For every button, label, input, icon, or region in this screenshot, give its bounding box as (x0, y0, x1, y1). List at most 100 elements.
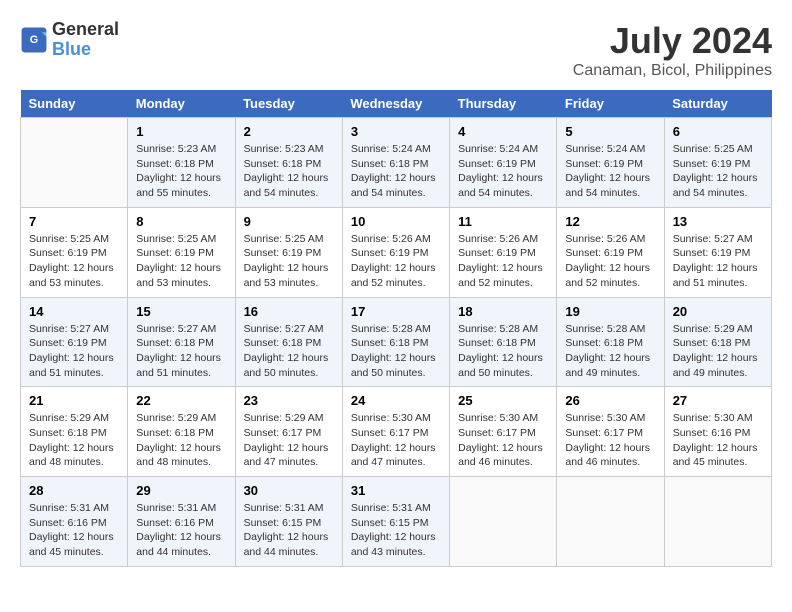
day-info: Sunrise: 5:24 AM Sunset: 6:18 PM Dayligh… (351, 142, 441, 201)
day-number: 18 (458, 304, 548, 319)
header-wednesday: Wednesday (342, 90, 449, 118)
header-thursday: Thursday (450, 90, 557, 118)
day-number: 7 (29, 214, 119, 229)
day-info: Sunrise: 5:30 AM Sunset: 6:16 PM Dayligh… (673, 411, 763, 470)
day-info: Sunrise: 5:25 AM Sunset: 6:19 PM Dayligh… (29, 232, 119, 291)
table-row: 6 Sunrise: 5:25 AM Sunset: 6:19 PM Daylig… (664, 118, 771, 208)
day-info: Sunrise: 5:29 AM Sunset: 6:18 PM Dayligh… (29, 411, 119, 470)
table-row: 2Sunrise: 5:23 AM Sunset: 6:18 PM Daylig… (235, 118, 342, 208)
day-info: Sunrise: 5:27 AM Sunset: 6:19 PM Dayligh… (29, 322, 119, 381)
calendar-week-row: 21 Sunrise: 5:29 AM Sunset: 6:18 PM Dayli… (21, 387, 772, 477)
table-row: 14Sunrise: 5:27 AM Sunset: 6:19 PM Dayli… (21, 297, 128, 387)
day-info: Sunrise: 5:26 AM Sunset: 6:19 PM Dayligh… (458, 232, 548, 291)
table-row: 19Sunrise: 5:28 AM Sunset: 6:18 PM Dayli… (557, 297, 664, 387)
header-friday: Friday (557, 90, 664, 118)
day-number: 25 (458, 393, 548, 408)
logo: G General Blue (20, 20, 119, 60)
day-number: 3 (351, 124, 441, 139)
svg-text:G: G (30, 34, 38, 46)
table-row (21, 118, 128, 208)
day-info: Sunrise: 5:30 AM Sunset: 6:17 PM Dayligh… (351, 411, 441, 470)
table-row: 18 Sunrise: 5:28 AM Sunset: 6:18 PM Dayli… (450, 297, 557, 387)
table-row (450, 477, 557, 567)
table-row: 16 Sunrise: 5:27 AM Sunset: 6:18 PM Dayli… (235, 297, 342, 387)
title-area: July 2024 Canaman, Bicol, Philippines (573, 20, 772, 80)
table-row: 24 Sunrise: 5:30 AM Sunset: 6:17 PM Dayli… (342, 387, 449, 477)
logo-icon: G (20, 26, 48, 54)
day-number: 10 (351, 214, 441, 229)
day-number: 19 (565, 304, 655, 319)
page-header: G General Blue July 2024 Canaman, Bicol,… (20, 20, 772, 80)
day-number: 21 (29, 393, 119, 408)
table-row: 11 Sunrise: 5:26 AM Sunset: 6:19 PM Dayli… (450, 207, 557, 297)
day-info: Sunrise: 5:25 AM Sunset: 6:19 PM Dayligh… (673, 142, 763, 201)
table-row: 13 Sunrise: 5:27 AM Sunset: 6:19 PM Dayli… (664, 207, 771, 297)
day-info: Sunrise: 5:30 AM Sunset: 6:17 PM Dayligh… (565, 411, 655, 470)
calendar-week-row: 14Sunrise: 5:27 AM Sunset: 6:19 PM Dayli… (21, 297, 772, 387)
table-row: 9 Sunrise: 5:25 AM Sunset: 6:19 PM Daylig… (235, 207, 342, 297)
day-info: Sunrise: 5:26 AM Sunset: 6:19 PM Dayligh… (565, 232, 655, 291)
day-info: Sunrise: 5:31 AM Sunset: 6:15 PM Dayligh… (244, 501, 334, 560)
day-info: Sunrise: 5:24 AM Sunset: 6:19 PM Dayligh… (565, 142, 655, 201)
day-number: 29 (136, 483, 226, 498)
day-number: 11 (458, 214, 548, 229)
day-number: 27 (673, 393, 763, 408)
table-row: 31 Sunrise: 5:31 AM Sunset: 6:15 PM Dayli… (342, 477, 449, 567)
table-row: 20Sunrise: 5:29 AM Sunset: 6:18 PM Dayli… (664, 297, 771, 387)
day-number: 22 (136, 393, 226, 408)
table-row: 26 Sunrise: 5:30 AM Sunset: 6:17 PM Dayli… (557, 387, 664, 477)
day-number: 12 (565, 214, 655, 229)
day-number: 24 (351, 393, 441, 408)
calendar-week-row: 1Sunrise: 5:23 AM Sunset: 6:18 PM Daylig… (21, 118, 772, 208)
day-info: Sunrise: 5:29 AM Sunset: 6:18 PM Dayligh… (136, 411, 226, 470)
table-row: 25Sunrise: 5:30 AM Sunset: 6:17 PM Dayli… (450, 387, 557, 477)
table-row (557, 477, 664, 567)
logo-text: General Blue (52, 20, 119, 60)
day-number: 31 (351, 483, 441, 498)
day-info: Sunrise: 5:24 AM Sunset: 6:19 PM Dayligh… (458, 142, 548, 201)
day-info: Sunrise: 5:27 AM Sunset: 6:19 PM Dayligh… (673, 232, 763, 291)
day-number: 26 (565, 393, 655, 408)
table-row: 8Sunrise: 5:25 AM Sunset: 6:19 PM Daylig… (128, 207, 235, 297)
day-number: 9 (244, 214, 334, 229)
table-row: 10 Sunrise: 5:26 AM Sunset: 6:19 PM Dayli… (342, 207, 449, 297)
table-row: 30 Sunrise: 5:31 AM Sunset: 6:15 PM Dayli… (235, 477, 342, 567)
header-monday: Monday (128, 90, 235, 118)
table-row: 22 Sunrise: 5:29 AM Sunset: 6:18 PM Dayli… (128, 387, 235, 477)
day-info: Sunrise: 5:25 AM Sunset: 6:19 PM Dayligh… (244, 232, 334, 291)
header-tuesday: Tuesday (235, 90, 342, 118)
day-info: Sunrise: 5:25 AM Sunset: 6:19 PM Dayligh… (136, 232, 226, 291)
header-sunday: Sunday (21, 90, 128, 118)
calendar-week-row: 28 Sunrise: 5:31 AM Sunset: 6:16 PM Dayli… (21, 477, 772, 567)
day-number: 30 (244, 483, 334, 498)
day-number: 2 (244, 124, 334, 139)
table-row (664, 477, 771, 567)
day-info: Sunrise: 5:31 AM Sunset: 6:16 PM Dayligh… (136, 501, 226, 560)
day-number: 23 (244, 393, 334, 408)
day-info: Sunrise: 5:31 AM Sunset: 6:15 PM Dayligh… (351, 501, 441, 560)
day-info: Sunrise: 5:28 AM Sunset: 6:18 PM Dayligh… (458, 322, 548, 381)
day-number: 15 (136, 304, 226, 319)
calendar-subtitle: Canaman, Bicol, Philippines (573, 62, 772, 80)
table-row: 15Sunrise: 5:27 AM Sunset: 6:18 PM Dayli… (128, 297, 235, 387)
header-row: Sunday Monday Tuesday Wednesday Thursday… (21, 90, 772, 118)
table-row: 28 Sunrise: 5:31 AM Sunset: 6:16 PM Dayli… (21, 477, 128, 567)
day-info: Sunrise: 5:27 AM Sunset: 6:18 PM Dayligh… (244, 322, 334, 381)
day-number: 13 (673, 214, 763, 229)
day-number: 5 (565, 124, 655, 139)
table-row: 5 Sunrise: 5:24 AM Sunset: 6:19 PM Daylig… (557, 118, 664, 208)
table-row: 17Sunrise: 5:28 AM Sunset: 6:18 PM Dayli… (342, 297, 449, 387)
day-number: 16 (244, 304, 334, 319)
calendar-title: July 2024 (573, 20, 772, 62)
day-number: 28 (29, 483, 119, 498)
calendar-week-row: 7 Sunrise: 5:25 AM Sunset: 6:19 PM Daylig… (21, 207, 772, 297)
day-number: 4 (458, 124, 548, 139)
day-info: Sunrise: 5:29 AM Sunset: 6:18 PM Dayligh… (673, 322, 763, 381)
table-row: 23Sunrise: 5:29 AM Sunset: 6:17 PM Dayli… (235, 387, 342, 477)
day-number: 6 (673, 124, 763, 139)
calendar-table: Sunday Monday Tuesday Wednesday Thursday… (20, 90, 772, 567)
table-row: 1Sunrise: 5:23 AM Sunset: 6:18 PM Daylig… (128, 118, 235, 208)
table-row: 3 Sunrise: 5:24 AM Sunset: 6:18 PM Daylig… (342, 118, 449, 208)
day-info: Sunrise: 5:26 AM Sunset: 6:19 PM Dayligh… (351, 232, 441, 291)
day-info: Sunrise: 5:31 AM Sunset: 6:16 PM Dayligh… (29, 501, 119, 560)
